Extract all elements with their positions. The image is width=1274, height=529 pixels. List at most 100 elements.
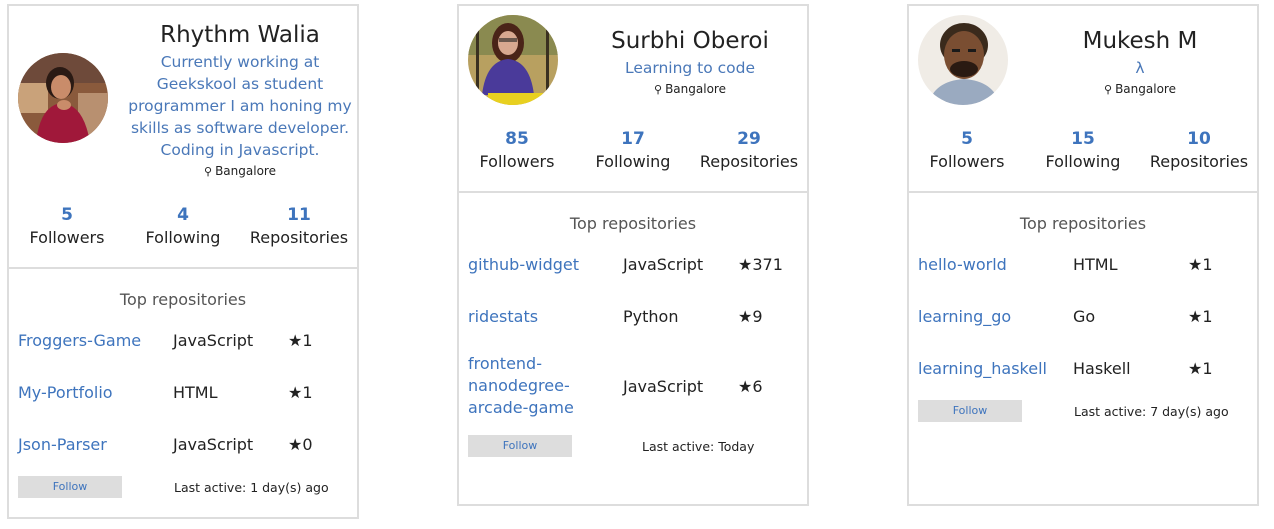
user-card-mukesh-m: Mukesh M λ ⚲ Bangalore 5 Followers 15 Fol… (907, 4, 1259, 506)
profile-section: Mukesh M λ ⚲ Bangalore 5 Followers 15 Fol… (909, 6, 1257, 193)
stat-label: Following (145, 228, 221, 247)
stats-row: 5 Followers 4 Following 11 Repositories (9, 204, 357, 250)
stat-following[interactable]: 17 Following (575, 128, 691, 174)
repo-link[interactable]: github-widget (468, 254, 623, 276)
stat-followers[interactable]: 5 Followers (9, 204, 125, 250)
stat-value: 15 (1071, 129, 1095, 149)
profile-section: Rhythm Walia Currently working at Geeksk… (9, 6, 357, 269)
repo-row: Json-Parser JavaScript ★0 (9, 429, 357, 460)
stat-label: Followers (479, 152, 555, 171)
repo-row: Froggers-Game JavaScript ★1 (9, 325, 357, 356)
repo-stars: ★1 (288, 331, 313, 350)
card-footer: Follow Last active: 7 day(s) ago (909, 400, 1257, 422)
repo-stars: ★9 (738, 307, 763, 326)
stat-followers[interactable]: 85 Followers (459, 128, 575, 174)
repos-title: Top repositories (569, 214, 697, 233)
map-pin-icon: ⚲ (204, 165, 213, 178)
repo-stars: ★1 (1188, 255, 1213, 274)
repo-link[interactable]: My-Portfolio (18, 382, 173, 404)
location-text: Bangalore (215, 164, 276, 178)
stat-label: Following (1045, 152, 1121, 171)
repo-stars: ★1 (288, 383, 313, 402)
user-location: ⚲ Bangalore (125, 161, 355, 182)
avatar (918, 15, 1008, 105)
user-card-rhythm-walia: Rhythm Walia Currently working at Geeksk… (7, 4, 359, 519)
card-footer: Follow Last active: Today (459, 435, 807, 457)
stat-value: 10 (1187, 129, 1211, 149)
repo-link[interactable]: learning_haskell (918, 358, 1073, 380)
user-name: Surbhi Oberoi (611, 28, 769, 54)
repo-row: github-widget JavaScript ★371 (459, 249, 807, 280)
repos-section: Top repositories github-widget JavaScrip… (459, 213, 807, 457)
repos-list: hello-world HTML ★1 learning_go Go ★1 le… (909, 249, 1257, 384)
repo-row: learning_haskell Haskell ★1 (909, 353, 1257, 384)
user-bio: λ (1135, 59, 1145, 77)
repo-stars: ★371 (738, 255, 783, 274)
user-name: Rhythm Walia (160, 22, 320, 48)
avatar (468, 15, 558, 105)
repo-link[interactable]: hello-world (918, 254, 1073, 276)
user-bio: Currently working at Geekskool as studen… (128, 53, 352, 159)
stats-row: 5 Followers 15 Following 10 Repositories (909, 128, 1257, 174)
stat-label: Repositories (1149, 152, 1249, 171)
location-text: Bangalore (665, 82, 726, 96)
last-active: Last active: 1 day(s) ago (174, 479, 329, 495)
repos-list: Froggers-Game JavaScript ★1 My-Portfolio… (9, 325, 357, 460)
profile-section: Surbhi Oberoi Learning to code ⚲ Bangalor… (459, 6, 807, 193)
repo-language: JavaScript (623, 255, 704, 274)
follow-button[interactable]: Follow (918, 400, 1022, 422)
location-text: Bangalore (1115, 82, 1176, 96)
stat-value: 17 (621, 129, 645, 149)
repos-list: github-widget JavaScript ★371 ridestats … (459, 249, 807, 419)
stat-value: 11 (287, 205, 311, 225)
stats-row: 85 Followers 17 Following 29 Repositorie… (459, 128, 807, 174)
repo-link[interactable]: learning_go (918, 306, 1073, 328)
repo-stars: ★6 (738, 376, 763, 396)
card-footer: Follow Last active: 1 day(s) ago (9, 476, 357, 498)
stat-following[interactable]: 15 Following (1025, 128, 1141, 174)
profile-info: Surbhi Oberoi Learning to code ⚲ Bangalor… (575, 26, 805, 100)
follow-button[interactable]: Follow (18, 476, 122, 498)
repo-row: hello-world HTML ★1 (909, 249, 1257, 280)
stat-value: 5 (961, 129, 973, 149)
stat-label: Following (595, 152, 671, 171)
repos-title: Top repositories (119, 290, 247, 309)
repo-link[interactable]: ridestats (468, 306, 623, 328)
stat-label: Repositories (249, 228, 349, 247)
follow-button[interactable]: Follow (468, 435, 572, 457)
user-location: ⚲ Bangalore (575, 79, 805, 100)
stat-label: Repositories (699, 152, 799, 171)
repo-language: Python (623, 307, 679, 326)
repo-language: Haskell (1073, 359, 1131, 378)
stat-repositories[interactable]: 29 Repositories (691, 128, 807, 174)
repo-stars: ★1 (1188, 307, 1213, 326)
stat-repositories[interactable]: 10 Repositories (1141, 128, 1257, 174)
stat-following[interactable]: 4 Following (125, 204, 241, 250)
stat-followers[interactable]: 5 Followers (909, 128, 1025, 174)
avatar (18, 53, 108, 143)
repos-title: Top repositories (1019, 214, 1147, 233)
repo-language: JavaScript (173, 435, 254, 454)
map-pin-icon: ⚲ (1104, 83, 1113, 96)
repo-stars: ★0 (288, 435, 313, 454)
repo-link[interactable]: frontend-nanodegree-arcade-game (468, 353, 578, 419)
repo-language: JavaScript (173, 331, 254, 350)
stat-value: 85 (505, 129, 529, 149)
user-location: ⚲ Bangalore (1025, 79, 1255, 100)
stat-value: 4 (177, 205, 189, 225)
repo-language: HTML (1073, 255, 1118, 274)
repo-stars: ★1 (1188, 359, 1213, 378)
stat-repositories[interactable]: 11 Repositories (241, 204, 357, 250)
stat-label: Followers (929, 152, 1005, 171)
stat-value: 29 (737, 129, 761, 149)
repo-language: Go (1073, 307, 1096, 326)
repo-row: learning_go Go ★1 (909, 301, 1257, 332)
profile-info: Rhythm Walia Currently working at Geeksk… (125, 20, 355, 182)
repo-language: HTML (173, 383, 218, 402)
user-bio: Learning to code (624, 59, 756, 77)
repo-link[interactable]: Json-Parser (18, 434, 173, 456)
repo-row: My-Portfolio HTML ★1 (9, 377, 357, 408)
last-active: Last active: 7 day(s) ago (1074, 403, 1229, 419)
repo-link[interactable]: Froggers-Game (18, 330, 173, 352)
user-card-surbhi-oberoi: Surbhi Oberoi Learning to code ⚲ Bangalor… (457, 4, 809, 506)
